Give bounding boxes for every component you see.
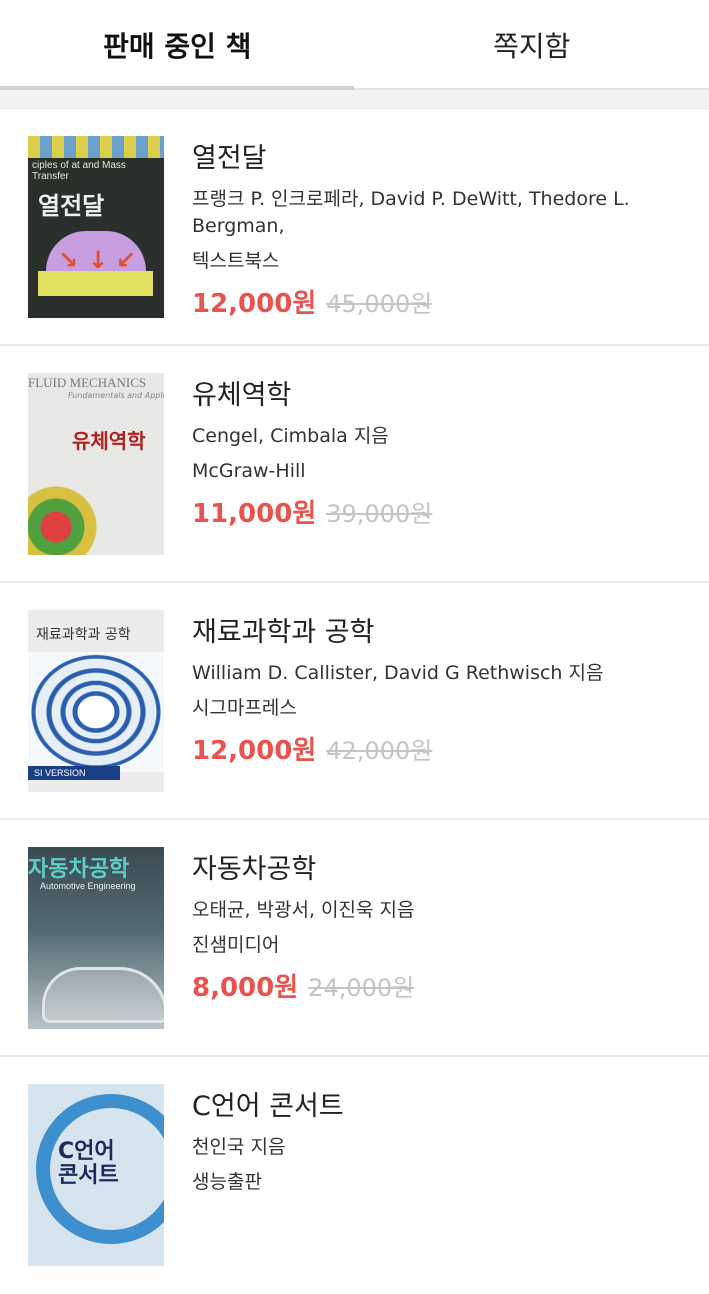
book-author: Cengel, Cimbala 지음: [192, 423, 432, 450]
cover-text: Fundamentals and Applications: [68, 391, 164, 400]
book-author: William D. Callister, David G Rethwisch …: [192, 660, 603, 687]
book-publisher: 텍스트북스: [192, 248, 709, 275]
cover-text: C언어: [58, 1140, 119, 1164]
sale-price: 12,000원: [192, 283, 316, 320]
book-item[interactable]: 재료과학과 공학 SI VERSION 재료과학과 공학 William D. …: [0, 583, 709, 820]
book-info: 유체역학 Cengel, Cimbala 지음 McGraw-Hill 11,0…: [192, 373, 432, 581]
book-cover-image: FLUID MECHANICS Fundamentals and Applica…: [28, 373, 164, 555]
book-item[interactable]: ciples of at and Mass Transfer 열전달 ↘ ↓ ↙…: [0, 109, 709, 346]
book-title: 자동차공학: [192, 853, 414, 887]
book-title: C언어 콘서트: [192, 1090, 344, 1124]
book-list: ciples of at and Mass Transfer 열전달 ↘ ↓ ↙…: [0, 109, 709, 1294]
original-price: 45,000원: [326, 284, 432, 319]
book-item[interactable]: C언어 콘서트 C언어 콘서트 천인국 지음 생능출판: [0, 1057, 709, 1294]
book-item[interactable]: 자동차공학 Automotive Engineering 자동차공학 오태균, …: [0, 820, 709, 1057]
book-cover-image: C언어 콘서트: [28, 1084, 164, 1266]
original-price: 39,000원: [326, 494, 432, 529]
sale-price: 8,000원: [192, 967, 298, 1004]
tab-bar: 판매 중인 책 쪽지함: [0, 0, 709, 90]
price-row: 11,000원 39,000원: [192, 493, 432, 530]
original-price: 42,000원: [326, 731, 432, 766]
book-author: 오태균, 박광서, 이진욱 지음: [192, 897, 414, 924]
book-publisher: 시그마프레스: [192, 695, 603, 722]
tab-messages[interactable]: 쪽지함: [355, 0, 709, 90]
book-cover-image: 자동차공학 Automotive Engineering: [28, 847, 164, 1029]
cover-text: 유체역학: [72, 425, 146, 454]
book-info: 자동차공학 오태균, 박광서, 이진욱 지음 진샘미디어 8,000원 24,0…: [192, 847, 414, 1055]
book-item[interactable]: FLUID MECHANICS Fundamentals and Applica…: [0, 346, 709, 583]
book-cover-image: 재료과학과 공학 SI VERSION: [28, 610, 164, 792]
book-title: 유체역학: [192, 379, 432, 413]
price-row: 12,000원 42,000원: [192, 730, 603, 767]
book-title: 재료과학과 공학: [192, 616, 603, 650]
cover-text: 열전달: [38, 186, 104, 221]
active-tab-indicator: [0, 86, 354, 90]
book-publisher: 생능출판: [192, 1169, 344, 1196]
sale-price: 11,000원: [192, 493, 316, 530]
book-publisher: McGraw-Hill: [192, 458, 432, 485]
book-title: 열전달: [192, 142, 709, 176]
cover-text: 콘서트: [58, 1164, 119, 1188]
cover-text: 자동차공학: [28, 851, 129, 883]
cover-text: FLUID MECHANICS: [28, 375, 146, 391]
section-divider: [0, 90, 709, 109]
book-publisher: 진샘미디어: [192, 932, 414, 959]
book-cover-image: ciples of at and Mass Transfer 열전달 ↘ ↓ ↙: [28, 136, 164, 318]
original-price: 24,000원: [308, 968, 414, 1003]
tab-selling-books[interactable]: 판매 중인 책: [0, 0, 355, 90]
cover-text: SI VERSION: [28, 766, 120, 780]
price-row: 8,000원 24,000원: [192, 967, 414, 1004]
cover-text: Automotive Engineering: [40, 881, 136, 891]
price-row: 12,000원 45,000원: [192, 283, 709, 320]
book-author: 천인국 지음: [192, 1134, 344, 1161]
book-author: 프랭크 P. 인크로페라, David P. DeWitt, Thedore L…: [192, 186, 709, 240]
book-info: 열전달 프랭크 P. 인크로페라, David P. DeWitt, Thedo…: [192, 136, 709, 344]
sale-price: 12,000원: [192, 730, 316, 767]
book-info: C언어 콘서트 천인국 지음 생능출판: [192, 1084, 344, 1294]
cover-text: ciples of at and Mass Transfer: [32, 160, 164, 182]
book-info: 재료과학과 공학 William D. Callister, David G R…: [192, 610, 603, 818]
cover-text: 재료과학과 공학: [36, 624, 131, 644]
